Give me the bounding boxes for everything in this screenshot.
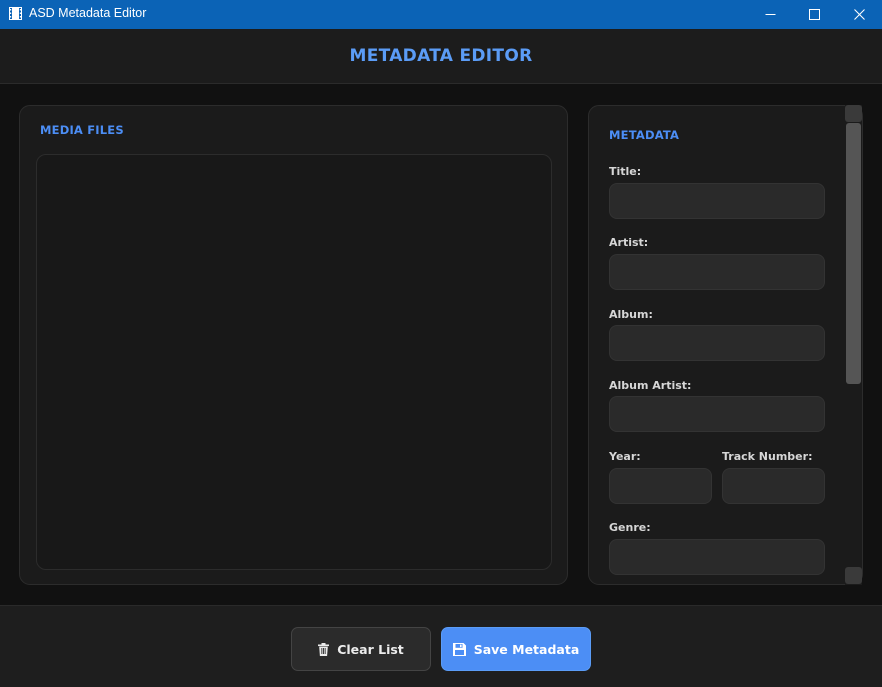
trash-icon <box>318 642 330 656</box>
metadata-panel: METADATA Title: Artist: Album: Album Art… <box>588 105 863 585</box>
album-artist-input[interactable] <box>609 396 825 432</box>
media-files-panel: MEDIA FILES <box>19 105 568 585</box>
scroll-down-button[interactable] <box>845 567 862 584</box>
page-title: METADATA EDITOR <box>349 46 533 66</box>
metadata-heading: METADATA <box>609 128 680 142</box>
close-button[interactable] <box>836 0 882 29</box>
scroll-thumb[interactable] <box>846 123 861 384</box>
save-metadata-button[interactable]: Save Metadata <box>441 627 591 671</box>
clear-list-label: Clear List <box>337 641 404 657</box>
year-input[interactable] <box>609 468 712 504</box>
maximize-icon <box>808 9 820 20</box>
artist-label: Artist: <box>609 236 649 249</box>
media-file-list[interactable] <box>36 154 552 570</box>
genre-label: Genre: <box>609 521 651 534</box>
album-input[interactable] <box>609 325 825 361</box>
artist-input[interactable] <box>609 254 825 290</box>
app-header: METADATA EDITOR <box>0 29 882 84</box>
title-label: Title: <box>609 165 642 178</box>
album-artist-label: Album Artist: <box>609 379 692 392</box>
film-icon <box>9 7 22 20</box>
album-label: Album: <box>609 308 653 321</box>
metadata-scrollbar[interactable] <box>845 105 862 585</box>
close-icon <box>853 9 865 20</box>
year-label: Year: <box>609 450 641 463</box>
track-number-label: Track Number: <box>722 450 813 463</box>
clear-list-button[interactable]: Clear List <box>291 627 431 671</box>
footer-bar: Clear List Save Metadata <box>0 605 882 687</box>
maximize-button[interactable] <box>791 0 837 29</box>
scroll-up-button[interactable] <box>845 105 862 122</box>
genre-input[interactable] <box>609 539 825 575</box>
track-number-input[interactable] <box>722 468 825 504</box>
minimize-button[interactable] <box>747 0 793 29</box>
media-files-heading: MEDIA FILES <box>40 123 124 137</box>
title-input[interactable] <box>609 183 825 219</box>
window-title: ASD Metadata Editor <box>29 6 147 20</box>
window-titlebar[interactable]: ASD Metadata Editor <box>0 0 882 29</box>
floppy-disk-icon <box>452 642 466 656</box>
minimize-icon <box>765 14 775 15</box>
save-metadata-label: Save Metadata <box>473 641 580 657</box>
